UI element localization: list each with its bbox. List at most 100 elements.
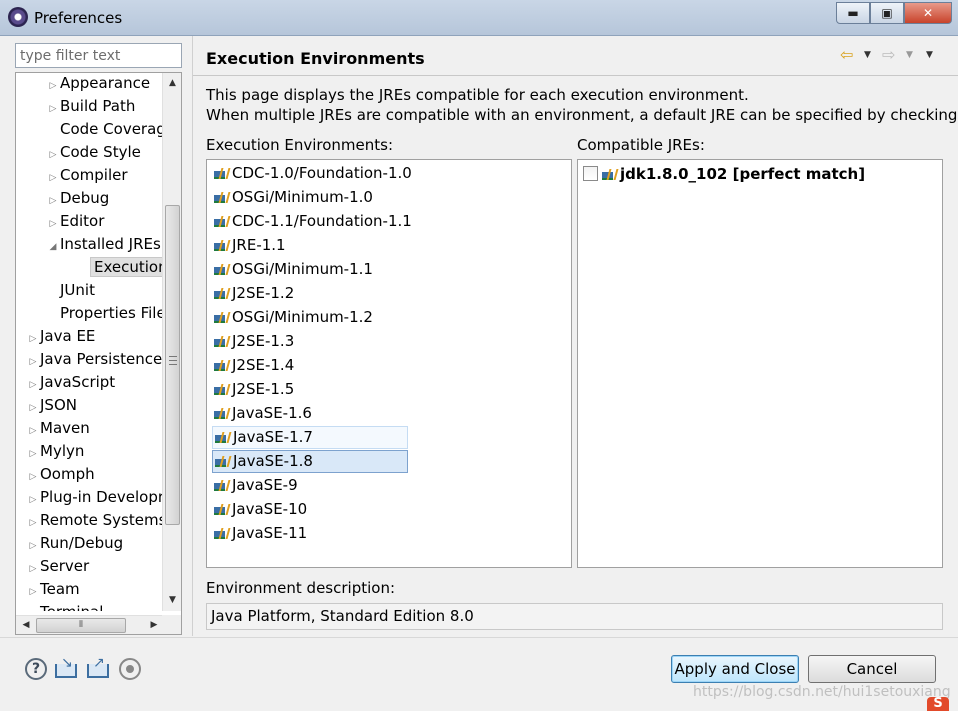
tree-item-team[interactable]: ▷ Team xyxy=(26,578,80,600)
compatible-jres-list[interactable]: jdk1.8.0_102 [perfect match] xyxy=(577,159,943,568)
environment-item-osgi-minimum-1-0[interactable]: OSGi/Minimum-1.0 xyxy=(212,186,408,209)
environment-item-javase-10[interactable]: JavaSE-10 xyxy=(212,498,408,521)
environment-item-jre-1-1[interactable]: JRE-1.1 xyxy=(212,234,408,257)
horizontal-scroll-thumb[interactable]: ⦀ xyxy=(36,618,126,633)
scroll-left-arrow-icon[interactable]: ◀ xyxy=(18,616,34,634)
environment-item-javase-11[interactable]: JavaSE-11 xyxy=(212,522,408,545)
scroll-thumb[interactable] xyxy=(165,205,180,525)
back-dropdown-icon[interactable]: ▼ xyxy=(864,45,871,65)
tree-item-label: Remote Systems xyxy=(40,511,164,529)
tree-item-javascript[interactable]: ▷ JavaScript xyxy=(26,371,116,396)
window-title: Preferences xyxy=(34,9,123,27)
environment-item-j2se-1-2[interactable]: J2SE-1.2 xyxy=(212,282,408,305)
expand-arrow-icon[interactable]: ▷ xyxy=(46,98,60,120)
expand-arrow-icon[interactable]: ▷ xyxy=(26,558,40,580)
forward-dropdown-icon[interactable]: ▼ xyxy=(906,45,913,65)
tree-item-java-persistence[interactable]: ▷ Java Persistence xyxy=(26,348,163,373)
record-icon[interactable] xyxy=(119,658,141,680)
environment-item-javase-1-7[interactable]: JavaSE-1.7 xyxy=(212,426,408,449)
expand-arrow-icon[interactable]: ▷ xyxy=(46,75,60,97)
environment-item-osgi-minimum-1-1[interactable]: OSGi/Minimum-1.1 xyxy=(212,258,408,281)
expand-arrow-icon[interactable]: ▷ xyxy=(26,443,40,465)
expand-arrow-icon[interactable]: ▷ xyxy=(46,167,60,189)
environment-item-j2se-1-3[interactable]: J2SE-1.3 xyxy=(212,330,408,353)
tree-item-run-debug[interactable]: ▷ Run/Debug xyxy=(26,532,124,557)
tree-vertical-scrollbar[interactable]: ▲ ▼ xyxy=(162,73,181,611)
expand-arrow-icon[interactable]: ▷ xyxy=(26,328,40,350)
environment-item-cdc-1-1-foundation-1-1[interactable]: CDC-1.1/Foundation-1.1 xyxy=(212,210,412,233)
tree-item-label: Java Persistence xyxy=(40,350,163,368)
environment-item-j2se-1-5[interactable]: J2SE-1.5 xyxy=(212,378,408,401)
tree-horizontal-scrollbar[interactable]: ◀ ⦀ ▶ xyxy=(16,615,164,634)
expand-arrow-icon[interactable]: ▷ xyxy=(26,512,40,534)
compatible-jre-item[interactable]: jdk1.8.0_102 [perfect match] xyxy=(583,163,865,185)
expand-arrow-icon[interactable]: ▷ xyxy=(26,466,40,488)
scroll-up-arrow-icon[interactable]: ▲ xyxy=(163,75,181,92)
environment-item-javase-9[interactable]: JavaSE-9 xyxy=(212,474,408,497)
scroll-corner xyxy=(162,615,181,634)
apply-and-close-button[interactable]: Apply and Close xyxy=(671,655,799,683)
environment-label: J2SE-1.3 xyxy=(232,332,295,350)
tree-item-code-coverag[interactable]: Code Coverag xyxy=(46,118,164,140)
tree-item-editor[interactable]: ▷ Editor xyxy=(46,210,105,235)
minimize-button[interactable]: ▬ xyxy=(836,2,870,24)
expand-arrow-icon[interactable]: ▷ xyxy=(46,144,60,166)
import-icon[interactable]: ↘ xyxy=(55,656,77,680)
export-icon[interactable]: ↗ xyxy=(87,656,109,680)
environment-item-javase-1-8[interactable]: JavaSE-1.8 xyxy=(212,450,408,473)
pane-divider[interactable] xyxy=(192,36,193,636)
tree-item-oomph[interactable]: ▷ Oomph xyxy=(26,463,95,485)
tree-item-properties-file[interactable]: Properties File xyxy=(46,302,164,324)
expand-arrow-icon[interactable]: ▷ xyxy=(26,581,40,603)
expand-arrow-icon[interactable]: ▷ xyxy=(26,351,40,373)
expand-arrow-icon[interactable]: ▷ xyxy=(26,604,40,611)
tree-item-label: JSON xyxy=(40,396,77,414)
tree-item-compiler[interactable]: ▷ Compiler xyxy=(46,164,128,186)
tree-item-code-style[interactable]: ▷ Code Style xyxy=(46,141,141,163)
scroll-right-arrow-icon[interactable]: ▶ xyxy=(146,616,162,634)
tree-item-label: Server xyxy=(40,557,90,575)
environment-item-osgi-minimum-1-2[interactable]: OSGi/Minimum-1.2 xyxy=(212,306,408,329)
scroll-down-arrow-icon[interactable]: ▼ xyxy=(163,592,181,609)
help-icon[interactable]: ? xyxy=(25,658,47,680)
tree-item-plug-in-developr[interactable]: ▷ Plug-in Developr xyxy=(26,486,164,508)
forward-arrow-icon[interactable]: ⇨ xyxy=(882,45,895,65)
environment-label: JavaSE-1.8 xyxy=(233,452,313,470)
tree-item-json[interactable]: ▷ JSON xyxy=(26,394,77,416)
tree-item-debug[interactable]: ▷ Debug xyxy=(46,187,110,212)
tree-item-mylyn[interactable]: ▷ Mylyn xyxy=(26,440,85,465)
execution-environments-list[interactable]: CDC-1.0/Foundation-1.0 OSGi/Minimum-1.0 CD… xyxy=(206,159,572,568)
environment-label: JavaSE-1.6 xyxy=(232,404,312,422)
tree-item-java-ee[interactable]: ▷ Java EE xyxy=(26,325,96,350)
close-button[interactable]: ✕ xyxy=(904,2,952,24)
tree-item-terminal[interactable]: ▷Terminal xyxy=(26,601,104,611)
environment-item-javase-1-6[interactable]: JavaSE-1.6 xyxy=(212,402,408,425)
cancel-button[interactable]: Cancel xyxy=(808,655,936,683)
expand-arrow-icon[interactable]: ▷ xyxy=(26,535,40,557)
tree-item-maven[interactable]: ▷ Maven xyxy=(26,417,90,439)
expand-arrow-icon[interactable]: ▷ xyxy=(46,190,60,212)
expand-arrow-icon[interactable]: ▷ xyxy=(26,397,40,419)
expanded-arrow-icon[interactable]: ◢ xyxy=(46,236,60,258)
window-controls: ▬ ▣ ✕ xyxy=(836,2,952,24)
default-jre-checkbox[interactable] xyxy=(583,166,598,181)
view-menu-icon[interactable]: ▼ xyxy=(926,45,933,65)
tree-item-execution-e[interactable]: Execution E xyxy=(76,256,164,278)
expand-arrow-icon[interactable]: ▷ xyxy=(26,420,40,442)
tree-item-build-path[interactable]: ▷ Build Path xyxy=(46,95,136,120)
expand-arrow-icon[interactable]: ▷ xyxy=(26,489,40,511)
back-arrow-icon[interactable]: ⇦ xyxy=(840,45,853,65)
environment-item-j2se-1-4[interactable]: J2SE-1.4 xyxy=(212,354,408,377)
expand-arrow-icon[interactable]: ▷ xyxy=(26,374,40,396)
environment-item-cdc-1-0-foundation-1-0[interactable]: CDC-1.0/Foundation-1.0 xyxy=(212,162,412,185)
tree-item-installed-jres[interactable]: ◢ Installed JREs xyxy=(46,233,161,255)
tree-item-appearance[interactable]: ▷ Appearance xyxy=(46,73,151,97)
expand-arrow-icon[interactable]: ▷ xyxy=(46,213,60,235)
filter-input[interactable] xyxy=(15,43,182,68)
tree-item-remote-systems[interactable]: ▷ Remote Systems xyxy=(26,509,164,531)
tree-item-junit[interactable]: JUnit xyxy=(46,279,95,301)
preferences-tree: ▷ Appearance ▷ Build Path Code Coverag ▷ Code … xyxy=(15,72,182,635)
jre-library-icon xyxy=(214,334,231,348)
tree-item-server[interactable]: ▷ Server xyxy=(26,555,90,580)
maximize-button[interactable]: ▣ xyxy=(870,2,904,24)
